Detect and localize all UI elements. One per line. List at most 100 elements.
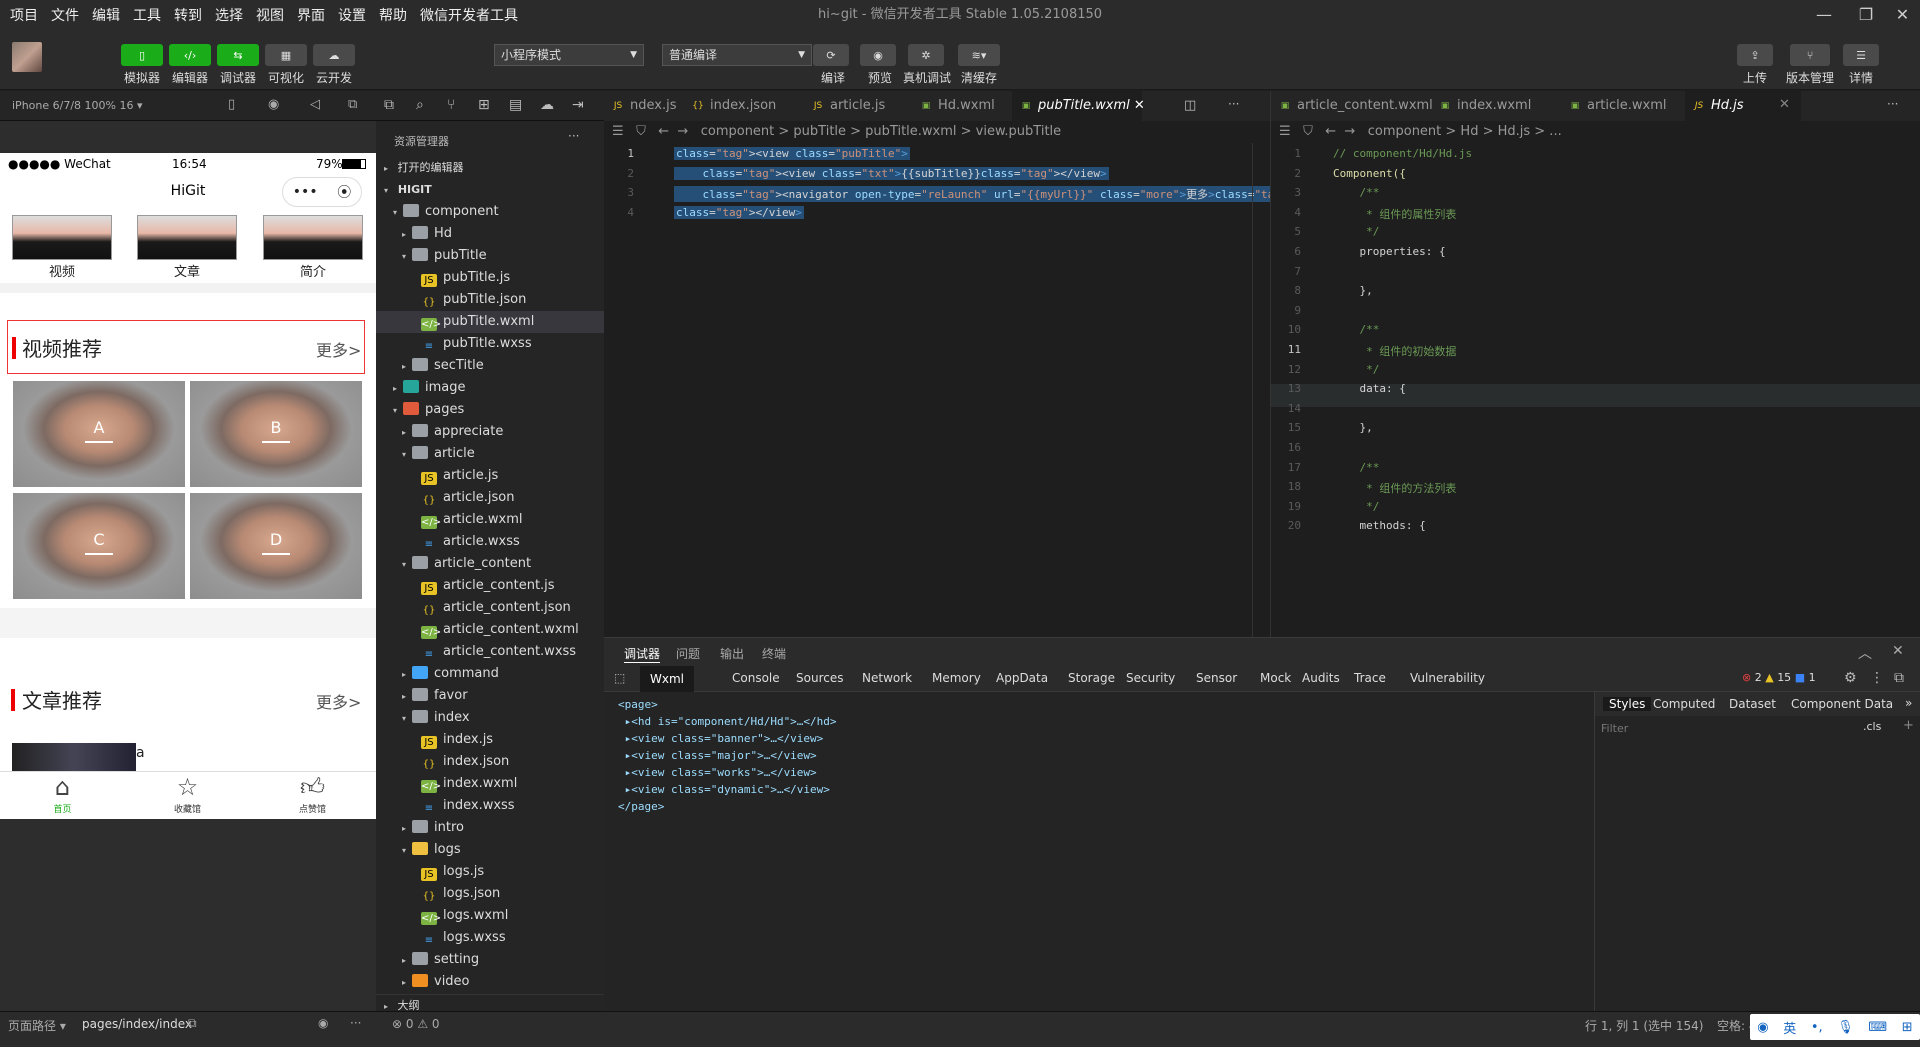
mode-select[interactable]: 小程序模式 ▼ [494, 44, 644, 66]
editor-tab[interactable]: ▣ index.wxml [1431, 91, 1561, 121]
bookmark-icon[interactable]: ⛉ [636, 124, 646, 139]
close-panel-icon[interactable]: ✕ [1892, 643, 1904, 659]
editor-tab[interactable]: ▣ pubTitle.wxml ✕ [1012, 91, 1145, 121]
clear-cache-button[interactable]: ≋▾ [958, 44, 1000, 66]
tree-item[interactable]: ▾ index [376, 707, 604, 729]
tree-item[interactable]: ▾ article_content [376, 553, 604, 575]
split-editor-icon[interactable]: ◫ [1184, 98, 1196, 113]
tab-component-data[interactable]: Component Data [1791, 697, 1893, 711]
tree-item[interactable]: ▸ Hd [376, 223, 604, 245]
wxml-node[interactable]: ▸<hd is="component/Hd/Hd">…</hd> [618, 715, 837, 728]
tree-item[interactable]: {} index.json [376, 751, 604, 773]
tree-item[interactable]: ▾ logs [376, 839, 604, 861]
tab-debugger[interactable]: 调试器 [624, 645, 661, 663]
wxml-node[interactable]: ▸<view class="banner">…</view> [618, 732, 824, 745]
tree-item[interactable]: </> logs.wxml [376, 905, 604, 927]
mic-icon[interactable]: 🎙︎ [1837, 1020, 1854, 1035]
menu-item[interactable]: 微信开发者工具 [414, 5, 525, 25]
menu-item[interactable]: 编辑 [86, 5, 127, 25]
close-tab-icon[interactable]: ✕ [1130, 98, 1145, 113]
video-thumb[interactable]: D [190, 493, 362, 599]
tab-output[interactable]: 输出 [720, 645, 744, 662]
forward-icon[interactable]: → [1344, 124, 1355, 139]
tree-item[interactable]: {} article.json [376, 487, 604, 509]
upload-button[interactable]: ⇪ [1737, 44, 1773, 66]
tree-item[interactable]: {} article_content.json [376, 597, 604, 619]
devtools-tab-appdata[interactable]: AppData [996, 671, 1048, 685]
editor-tab[interactable]: ▣ Hd.wxml [912, 91, 1012, 121]
editor-tab[interactable]: JS ndex.js [604, 91, 684, 121]
more-actions-icon[interactable]: ··· [1228, 97, 1239, 111]
close-window-button[interactable]: ✕ [1885, 0, 1920, 30]
cls-toggle[interactable]: .cls [1863, 720, 1881, 733]
tab-computed[interactable]: Computed [1653, 697, 1715, 711]
more-actions-icon[interactable]: ··· [568, 129, 579, 143]
tree-item[interactable]: ▾ pubTitle [376, 245, 604, 267]
window-icon[interactable]: ⧉ [348, 97, 357, 112]
toolbar-button[interactable]: ⇆ [217, 44, 259, 66]
tree-item[interactable]: {} logs.json [376, 883, 604, 905]
toolbar-button[interactable]: ▯ [121, 44, 163, 66]
wxml-node[interactable]: <page> [618, 698, 658, 711]
problems-count[interactable]: ⊗ 0 ⚠ 0 [392, 1017, 440, 1031]
search-icon[interactable]: ⌕ [416, 97, 424, 113]
tree-item[interactable]: ≡ article_content.wxss [376, 641, 604, 663]
more-link[interactable]: 更多> [316, 689, 361, 713]
project-section[interactable]: ▾ HIGIT [376, 179, 604, 201]
menu-item[interactable]: 选择 [209, 5, 250, 25]
devtools-tab-mock[interactable]: Mock [1260, 671, 1291, 685]
code-area[interactable]: 1 // component/Hd/Hd.js 2 Component({3 /** 4… [1271, 143, 1920, 637]
video-thumb[interactable]: A [13, 381, 185, 487]
devtools-tab-sensor[interactable]: Sensor [1196, 671, 1237, 685]
banner-image-article[interactable] [137, 215, 237, 260]
record-icon[interactable]: ◉ [268, 97, 279, 112]
device-select[interactable]: iPhone 6/7/8 100% 16 ▾ [12, 99, 143, 112]
tree-item[interactable]: ▾ article [376, 443, 604, 465]
tree-item[interactable]: ≡ article.wxss [376, 531, 604, 553]
tree-item[interactable]: </> article_content.wxml [376, 619, 604, 641]
tab-terminal[interactable]: 终端 [762, 645, 786, 662]
close-tab-icon[interactable]: ✕ [1779, 97, 1790, 112]
details-button[interactable]: ☰ [1843, 44, 1879, 66]
inspect-icon[interactable]: ⬚ [614, 671, 625, 685]
split-icon[interactable]: ⇥ [572, 97, 584, 113]
tree-item[interactable]: </> index.wxml [376, 773, 604, 795]
chevron-right-icon[interactable]: » [1905, 696, 1912, 710]
add-rule-icon[interactable]: + [1903, 718, 1914, 733]
kebab-icon[interactable]: ⋮ [1870, 670, 1884, 686]
minimize-button[interactable]: — [1801, 0, 1847, 30]
cloud-icon[interactable]: ☁ [540, 97, 554, 113]
devtools-tab-audits[interactable]: Audits [1302, 671, 1340, 685]
capsule-close-icon[interactable]: ⦿ [337, 182, 351, 202]
tree-item[interactable]: ▾ component [376, 201, 604, 223]
list-icon[interactable]: ☰ [1279, 124, 1291, 139]
tree-item[interactable]: ▸ secTitle [376, 355, 604, 377]
version-button[interactable]: ⑂ [1790, 44, 1830, 66]
menu-item[interactable]: 工具 [127, 5, 168, 25]
wxml-node[interactable]: </page> [618, 800, 664, 813]
tree-item[interactable]: ▸ image [376, 377, 604, 399]
ime-toolbar[interactable]: ◉ 英 •, 🎙︎ ⌨ ⊞ [1750, 1014, 1920, 1040]
avatar[interactable] [12, 42, 42, 72]
tab-dataset[interactable]: Dataset [1729, 697, 1776, 711]
video-thumb[interactable]: C [13, 493, 185, 599]
more-actions-icon[interactable]: ··· [1887, 97, 1898, 111]
tree-item[interactable]: ≡ pubTitle.wxss [376, 333, 604, 355]
devtools-tab-console[interactable]: Console [732, 671, 780, 685]
more-actions-icon[interactable]: ··· [350, 1016, 361, 1030]
tab-home[interactable]: ⌂ 首页 [0, 772, 125, 819]
bookmark-icon[interactable]: ⛉ [1303, 124, 1313, 139]
maximize-button[interactable]: ❐ [1843, 0, 1889, 30]
back-icon[interactable]: ← [658, 124, 669, 139]
wxml-tree[interactable]: <page> ▸<hd is="component/Hd/Hd">…</hd> … [604, 692, 1594, 1012]
menu-item[interactable]: 界面 [291, 5, 332, 25]
tab-favorites[interactable]: ☆ 收藏馆 [125, 772, 250, 819]
wxml-node[interactable]: ▸<view class="dynamic">…</view> [618, 783, 830, 796]
tree-item[interactable]: JS index.js [376, 729, 604, 751]
devtools-tab-network[interactable]: Network [862, 671, 912, 685]
tree-item[interactable]: </> pubTitle.wxml [376, 311, 604, 333]
tree-item[interactable]: ▸ intro [376, 817, 604, 839]
source-control-icon[interactable]: ⑂ [447, 97, 455, 113]
punctuation-icon[interactable]: •, [1811, 1020, 1823, 1035]
tree-item[interactable]: JS article.js [376, 465, 604, 487]
